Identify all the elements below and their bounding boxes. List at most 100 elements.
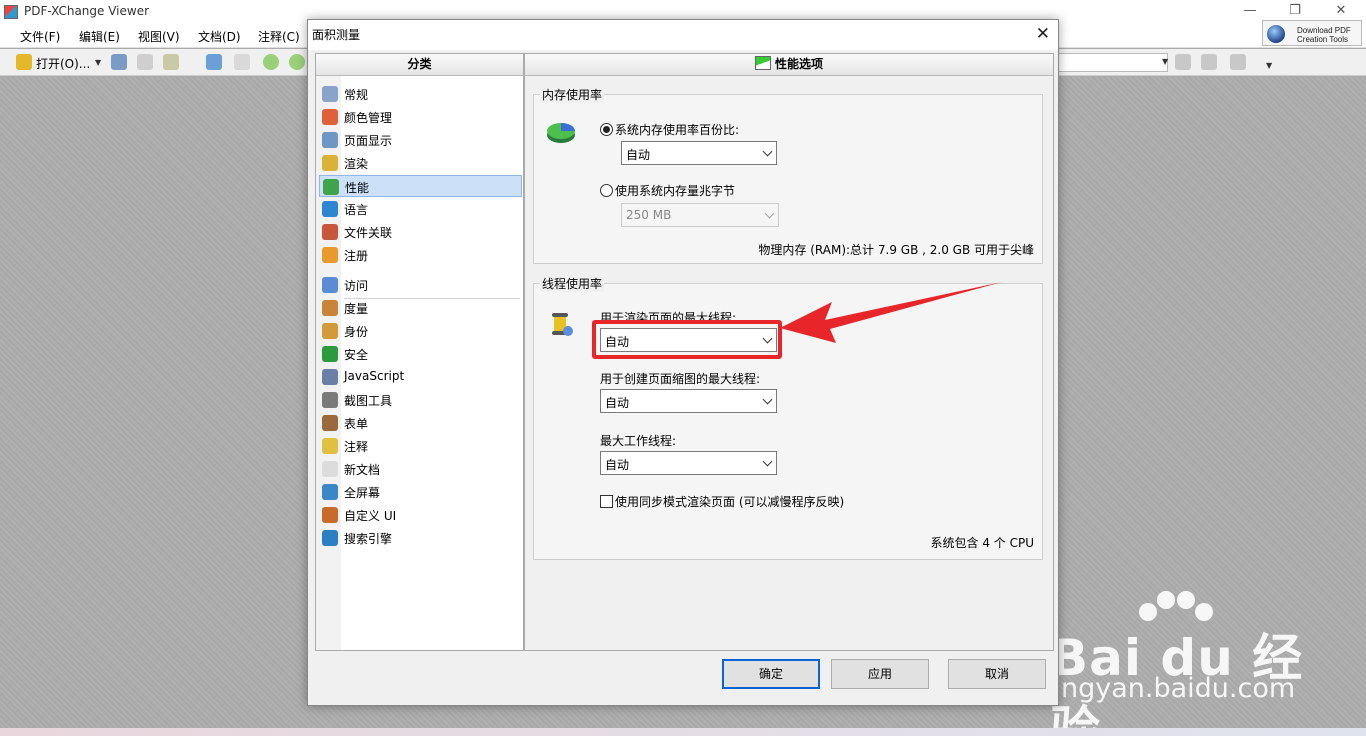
annotation-highlight-box bbox=[592, 320, 782, 359]
category-item[interactable]: 度量 bbox=[319, 297, 522, 319]
find-next-icon[interactable] bbox=[1201, 54, 1217, 70]
category-item[interactable]: 常规 bbox=[319, 83, 522, 105]
memory-percent-label: 系统内存使用率百份比: bbox=[615, 123, 740, 137]
thumbnail-threads-label: 用于创建页面缩图的最大线程: bbox=[600, 372, 761, 386]
chevron-down-icon bbox=[762, 456, 773, 467]
customize-ui-icon bbox=[322, 507, 338, 523]
ocr-icon[interactable] bbox=[234, 54, 250, 70]
category-item[interactable]: 安全 bbox=[319, 343, 522, 365]
category-item[interactable]: 颜色管理 bbox=[319, 106, 522, 128]
category-item[interactable]: 截图工具 bbox=[319, 389, 522, 411]
category-item[interactable]: 搜索引擎 bbox=[319, 527, 522, 549]
ok-button[interactable]: 确定 bbox=[722, 659, 820, 689]
identity-icon bbox=[322, 323, 338, 339]
chevron-down-icon bbox=[764, 208, 775, 219]
category-item[interactable]: JavaScript bbox=[319, 366, 522, 388]
dialog-title: 面积测量 bbox=[312, 28, 361, 42]
app-title: PDF-XChange Viewer bbox=[24, 4, 150, 18]
globe-download-icon bbox=[1267, 25, 1285, 43]
category-label: 颜色管理 bbox=[344, 111, 393, 125]
menu-comment[interactable]: 注释(C) bbox=[258, 28, 300, 45]
open-dropdown-icon[interactable]: ▼ bbox=[95, 58, 101, 67]
back-icon[interactable] bbox=[263, 54, 279, 70]
category-item[interactable]: 性能 bbox=[319, 175, 522, 197]
category-item[interactable]: 身份 bbox=[319, 320, 522, 342]
save-icon[interactable] bbox=[111, 54, 127, 70]
category-item[interactable]: 全屏幕 bbox=[319, 481, 522, 503]
category-item[interactable]: 注册 bbox=[319, 244, 522, 266]
category-item[interactable]: 注释 bbox=[319, 435, 522, 457]
category-label: 表单 bbox=[344, 417, 369, 431]
memory-mb-select[interactable]: 250 MB bbox=[621, 203, 779, 227]
category-item[interactable]: 自定义 UI bbox=[319, 504, 522, 526]
menu-document[interactable]: 文档(D) bbox=[198, 28, 241, 45]
sync-render-option[interactable]: 使用同步模式渲染页面 (可以减慢程序反映) bbox=[600, 493, 844, 510]
thumbnail-threads-select[interactable]: 自动 bbox=[600, 389, 777, 413]
category-label: 语言 bbox=[344, 203, 369, 217]
category-item[interactable]: 页面显示 bbox=[319, 129, 522, 151]
tools-icon[interactable] bbox=[1230, 54, 1246, 70]
memory-percent-radio[interactable] bbox=[600, 123, 613, 136]
menu-view[interactable]: 视图(V) bbox=[138, 28, 180, 45]
memory-percent-option[interactable]: 系统内存使用率百份比: bbox=[600, 121, 739, 138]
chevron-down-icon[interactable]: ▼ bbox=[1162, 57, 1168, 66]
category-item[interactable]: 表单 bbox=[319, 412, 522, 434]
print-icon[interactable] bbox=[137, 54, 153, 70]
watermark-url: jingyan.baidu.com bbox=[1046, 673, 1296, 704]
category-label: 新文档 bbox=[344, 463, 381, 477]
dialog-close-button[interactable]: ✕ bbox=[1036, 24, 1050, 44]
category-label: 常规 bbox=[344, 88, 369, 102]
category-item[interactable]: 新文档 bbox=[319, 458, 522, 480]
apply-button[interactable]: 应用 bbox=[831, 659, 929, 689]
cancel-button[interactable]: 取消 bbox=[948, 659, 1046, 689]
chevron-down-icon bbox=[762, 146, 773, 157]
memory-mb-label: 使用系统内存量兆字节 bbox=[615, 184, 736, 198]
menu-file[interactable]: 文件(F) bbox=[20, 28, 60, 45]
open-folder-icon[interactable] bbox=[16, 54, 32, 70]
open-button[interactable]: 打开(O)... bbox=[36, 55, 90, 72]
memory-mb-option[interactable]: 使用系统内存量兆字节 bbox=[600, 182, 735, 199]
category-item[interactable]: 访问 bbox=[319, 274, 522, 296]
category-label: 页面显示 bbox=[344, 134, 393, 148]
dialog-titlebar: 面积测量 ✕ bbox=[308, 20, 1058, 50]
download-line1: Download PDF bbox=[1297, 26, 1351, 35]
category-label: 安全 bbox=[344, 348, 369, 362]
category-label: 截图工具 bbox=[344, 394, 393, 408]
thread-spool-icon bbox=[552, 313, 573, 336]
memory-percent-select[interactable]: 自动 bbox=[621, 141, 777, 165]
scan-icon[interactable] bbox=[206, 54, 222, 70]
ruler-icon bbox=[322, 300, 338, 316]
email-icon[interactable] bbox=[163, 54, 179, 70]
javascript-icon bbox=[322, 369, 338, 385]
toolbar-overflow-icon[interactable]: ▼ bbox=[1266, 61, 1272, 70]
category-label: 性能 bbox=[345, 181, 370, 195]
minimize-button[interactable]: — bbox=[1238, 2, 1262, 20]
category-label: JavaScript bbox=[344, 369, 405, 383]
restore-button[interactable]: ❐ bbox=[1283, 2, 1307, 20]
menu-edit[interactable]: 编辑(E) bbox=[79, 28, 120, 45]
users-icon bbox=[322, 247, 338, 263]
memory-mb-radio[interactable] bbox=[600, 184, 613, 197]
app-logo-icon bbox=[4, 5, 18, 19]
search-combo[interactable]: ▼ bbox=[1058, 53, 1168, 72]
thread-group-title: 线程使用率 bbox=[540, 275, 605, 292]
category-header: 分类 bbox=[316, 54, 523, 76]
sync-render-checkbox[interactable] bbox=[600, 495, 613, 508]
find-icon[interactable] bbox=[1175, 54, 1191, 70]
preferences-dialog: 面积测量 ✕ 分类 常规颜色管理页面显示渲染性能语言文件关联注册访问度量身份安全… bbox=[307, 19, 1059, 706]
category-item[interactable]: 渲染 bbox=[319, 152, 522, 174]
category-label: 自定义 UI bbox=[344, 509, 397, 523]
download-pdf-tools-button[interactable]: Download PDF Creation Tools bbox=[1262, 20, 1362, 46]
category-label: 文件关联 bbox=[344, 226, 393, 240]
form-icon bbox=[322, 415, 338, 431]
category-item[interactable]: 语言 bbox=[319, 198, 522, 220]
performance-chart-icon bbox=[754, 56, 771, 70]
category-label: 度量 bbox=[344, 302, 369, 316]
shield-icon bbox=[322, 346, 338, 362]
close-window-button[interactable]: ✕ bbox=[1329, 2, 1353, 20]
worker-threads-select[interactable]: 自动 bbox=[600, 451, 777, 475]
sync-render-label: 使用同步模式渲染页面 (可以减慢程序反映) bbox=[615, 495, 845, 509]
category-item[interactable]: 文件关联 bbox=[319, 221, 522, 243]
category-label: 搜索引擎 bbox=[344, 532, 393, 546]
forward-icon[interactable] bbox=[289, 54, 305, 70]
